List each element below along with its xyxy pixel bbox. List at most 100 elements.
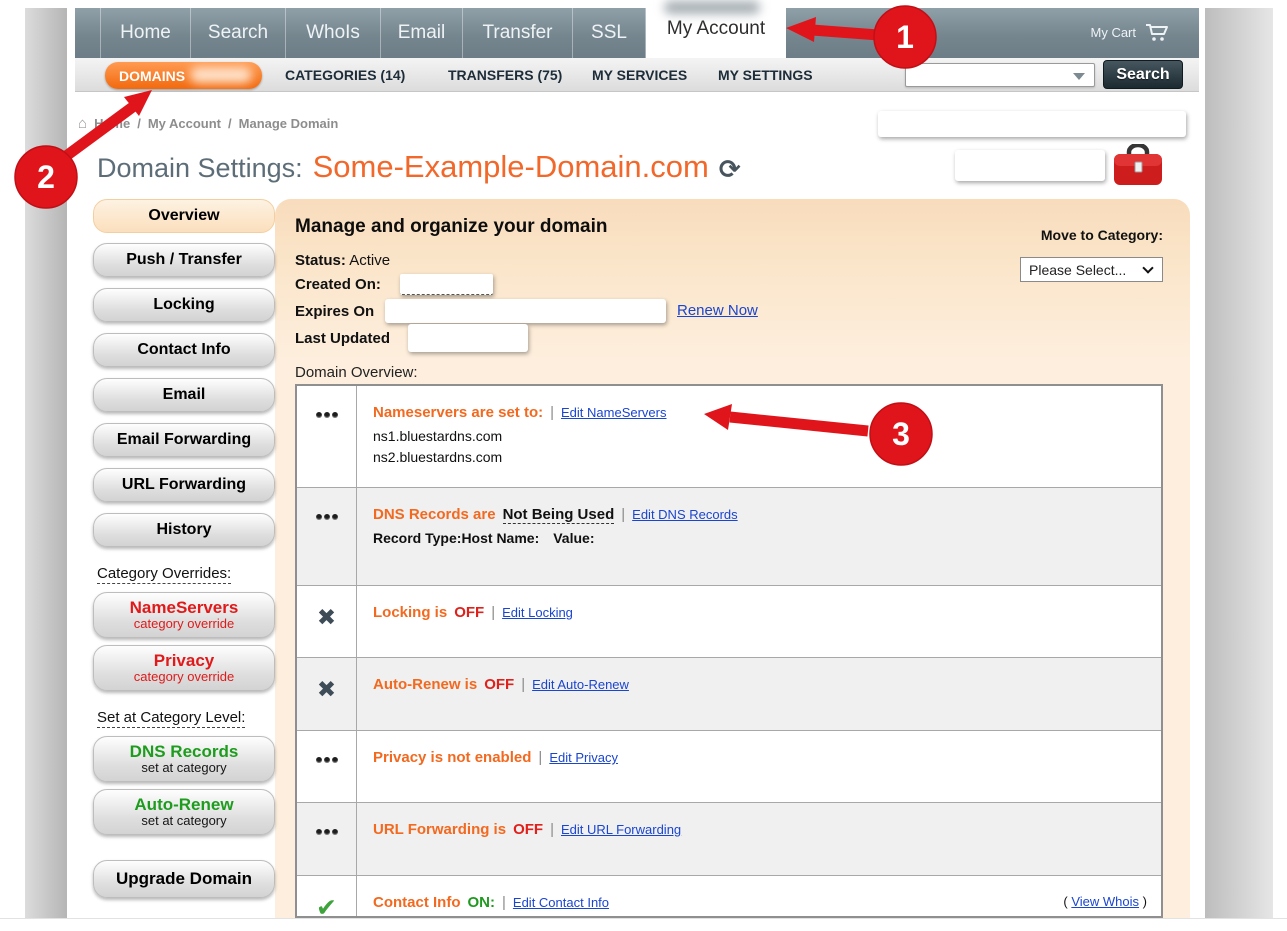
redacted-updated-date	[408, 324, 528, 352]
subnav-item-domains[interactable]: DOMAINS	[105, 62, 262, 89]
row-title: Auto-Renew is	[373, 676, 477, 693]
screen: Home Search WhoIs Email Transfer SSL My …	[0, 0, 1287, 931]
nav-tab-transfer[interactable]: Transfer	[463, 8, 573, 58]
edit-contact-info-link[interactable]: Edit Contact Info	[513, 895, 609, 910]
host-name-label: Host Name:	[461, 530, 539, 546]
override-title: NameServers	[130, 599, 239, 617]
redacted-created-date	[400, 274, 493, 295]
override-subtitle: category override	[134, 670, 234, 684]
search-combobox[interactable]	[905, 63, 1095, 87]
table-row-locking: ✖ Locking is OFF | Edit Locking	[297, 586, 1161, 658]
edit-privacy-link[interactable]: Edit Privacy	[549, 750, 618, 765]
status-dots-icon	[316, 412, 338, 487]
redaction-blur	[190, 67, 252, 83]
sidebar-item-privacy-override[interactable]: Privacy category override	[93, 645, 275, 691]
nav-tab-my-account-label: My Account	[667, 18, 765, 40]
sidebar-item-push-transfer[interactable]: Push / Transfer	[93, 243, 275, 277]
refresh-icon[interactable]: ⟳	[719, 154, 741, 185]
sidebar-item-url-forwarding[interactable]: URL Forwarding	[93, 468, 275, 502]
dropdown-caret-icon[interactable]	[1073, 73, 1085, 80]
subnav-item-categories[interactable]: CATEGORIES (14)	[285, 67, 405, 83]
table-row-dns-records: DNS Records are Not Being Used | Edit DN…	[297, 488, 1161, 586]
redacted-box	[878, 111, 1186, 137]
subnav-domains-label: DOMAINS	[119, 68, 185, 84]
home-icon: ⌂	[78, 115, 87, 132]
edit-nameservers-link[interactable]: Edit NameServers	[561, 405, 666, 420]
last-updated-label: Last Updated	[295, 330, 390, 347]
breadcrumb-my-account[interactable]: My Account	[148, 116, 221, 131]
move-to-category-label: Move to Category:	[963, 227, 1163, 243]
redaction-smudge	[664, 1, 760, 14]
nav-tab-email[interactable]: Email	[381, 8, 463, 58]
breadcrumb-separator: /	[228, 116, 232, 131]
sidebar-item-nameservers-override[interactable]: NameServers category override	[93, 592, 275, 638]
nav-tab-search[interactable]: Search	[191, 8, 286, 58]
sidebar-item-locking[interactable]: Locking	[93, 288, 275, 322]
chevron-down-icon	[1142, 262, 1153, 273]
edit-auto-renew-link[interactable]: Edit Auto-Renew	[532, 677, 629, 692]
breadcrumb: ⌂ Home / My Account / Manage Domain	[78, 115, 338, 132]
sub-nav: DOMAINS CATEGORIES (14) TRANSFERS (75) M…	[75, 58, 1199, 92]
subnav-item-my-services[interactable]: MY SERVICES	[592, 67, 687, 83]
status-value: Active	[349, 252, 390, 269]
sidebar-item-history[interactable]: History	[93, 513, 275, 547]
category-subtitle: set at category	[141, 761, 226, 775]
sidebar-item-email[interactable]: Email	[93, 378, 275, 412]
row-status: Not Being Used	[503, 506, 615, 524]
page-background-left	[25, 8, 67, 918]
view-whois-link[interactable]: View Whois	[1071, 894, 1139, 909]
renew-now-link[interactable]: Renew Now	[677, 302, 758, 319]
category-overrides-heading: Category Overrides:	[97, 565, 231, 584]
domain-overview-label: Domain Overview:	[295, 364, 418, 381]
status-line: Status: Active	[295, 252, 390, 269]
category-select-value: Please Select...	[1029, 262, 1126, 278]
table-row-nameservers: Nameservers are set to: | Edit NameServe…	[297, 386, 1161, 488]
breadcrumb-home[interactable]: Home	[94, 116, 130, 131]
category-select[interactable]: Please Select...	[1020, 257, 1163, 282]
created-line: Created On:	[295, 276, 381, 293]
page-background-right	[1205, 8, 1273, 918]
my-cart-button[interactable]: My Cart	[1091, 23, 1172, 42]
row-status: OFF	[513, 821, 543, 838]
page-title: Domain Settings: Some-Example-Domain.com…	[97, 149, 741, 185]
subnav-item-transfers[interactable]: TRANSFERS (75)	[448, 67, 562, 83]
edit-locking-link[interactable]: Edit Locking	[502, 605, 573, 620]
sidebar-item-email-forwarding[interactable]: Email Forwarding	[93, 423, 275, 457]
page-title-prefix: Domain Settings:	[97, 153, 303, 184]
status-label: Status:	[295, 252, 346, 269]
nameserver-2: ns2.bluestardns.com	[373, 447, 1143, 468]
nav-tab-whois[interactable]: WhoIs	[286, 8, 381, 58]
nav-tab-my-account[interactable]: My Account	[646, 0, 786, 58]
cart-icon	[1145, 23, 1171, 42]
subnav-item-my-settings[interactable]: MY SETTINGS	[718, 67, 813, 83]
override-title: Privacy	[154, 652, 215, 670]
view-whois-wrap: ( View Whois )	[1063, 894, 1147, 909]
edit-dns-records-link[interactable]: Edit DNS Records	[632, 507, 737, 522]
row-title: Nameservers are set to:	[373, 404, 543, 421]
sidebar: Overview Push / Transfer Locking Contact…	[93, 199, 277, 898]
status-dots-icon	[316, 514, 338, 585]
breadcrumb-separator: /	[137, 116, 141, 131]
main-nav: Home Search WhoIs Email Transfer SSL My …	[75, 8, 1199, 58]
row-title: Locking is	[373, 604, 447, 621]
category-title: Auto-Renew	[134, 796, 233, 814]
expires-line: Expires On	[295, 303, 374, 320]
toolbox-icon[interactable]	[1112, 144, 1164, 188]
sidebar-item-auto-renew-category[interactable]: Auto-Renew set at category	[93, 789, 275, 835]
upgrade-domain-button[interactable]: Upgrade Domain	[93, 860, 275, 898]
redacted-expires-date	[385, 299, 666, 323]
domain-overview-table: Nameservers are set to: | Edit NameServe…	[295, 384, 1163, 918]
row-title: Contact Info	[373, 894, 461, 911]
sidebar-item-dns-records-category[interactable]: DNS Records set at category	[93, 736, 275, 782]
search-button[interactable]: Search	[1103, 60, 1183, 89]
edit-url-forwarding-link[interactable]: Edit URL Forwarding	[561, 822, 681, 837]
sidebar-item-contact-info[interactable]: Contact Info	[93, 333, 275, 367]
nameserver-1: ns1.bluestardns.com	[373, 426, 1143, 447]
category-title: DNS Records	[130, 743, 239, 761]
nav-tab-home[interactable]: Home	[100, 8, 191, 58]
sidebar-item-overview[interactable]: Overview	[93, 199, 275, 233]
nav-tab-ssl[interactable]: SSL	[573, 8, 646, 58]
table-row-url-forwarding: URL Forwarding is OFF | Edit URL Forward…	[297, 803, 1161, 876]
table-row-privacy: Privacy is not enabled | Edit Privacy	[297, 731, 1161, 803]
row-status: ON:	[468, 894, 496, 911]
